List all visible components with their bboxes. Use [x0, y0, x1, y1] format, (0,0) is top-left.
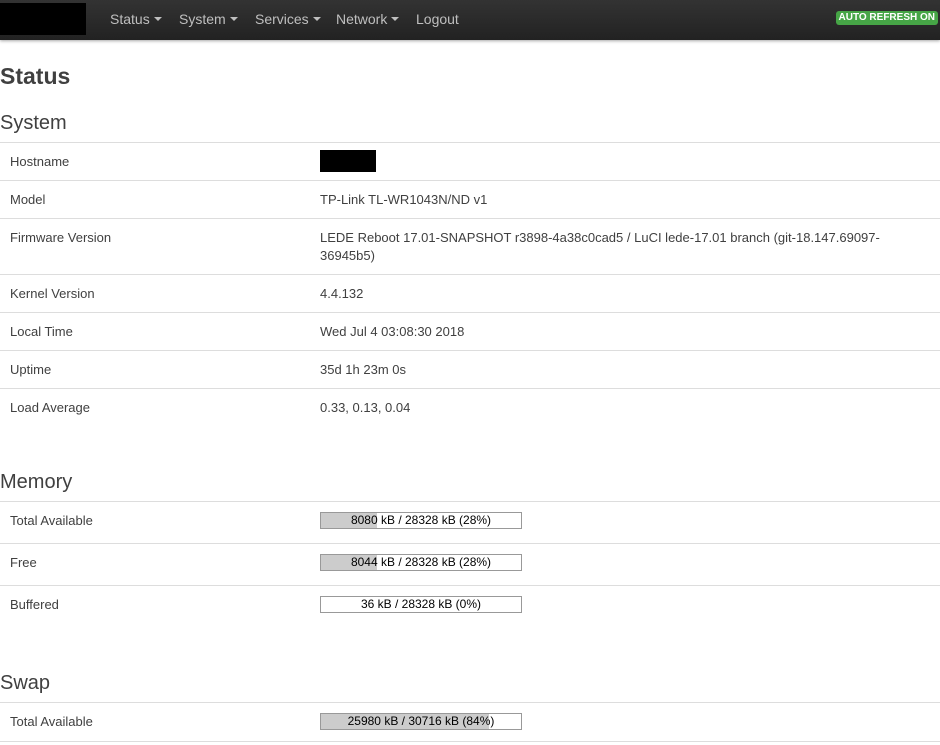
progress-text: 36 kB / 28328 kB (0%): [360, 597, 482, 611]
swap-table: Total Available 25980 kB / 30716 kB (84%…: [0, 702, 940, 742]
table-row: Free 8044 kB / 28328 kB (28%): [0, 543, 940, 586]
hostname-redacted: [320, 150, 376, 172]
caret-down-icon: [391, 17, 400, 22]
row-value: LEDE Reboot 17.01-SNAPSHOT r3898-4a38c0c…: [320, 218, 940, 275]
table-row: Total Available 25980 kB / 30716 kB (84%…: [0, 702, 940, 742]
section-title-memory: Memory: [0, 471, 73, 493]
page-title: Status: [0, 63, 71, 89]
table-row: Buffered 36 kB / 28328 kB (0%): [0, 585, 940, 627]
row-label: Total Available: [0, 501, 320, 544]
swap-total-progress-bar: 25980 kB / 30716 kB (84%): [320, 713, 522, 730]
table-row: Total Available 8080 kB / 28328 kB (28%): [0, 501, 940, 544]
hostname-value: [320, 142, 940, 181]
caret-down-icon: [153, 17, 162, 22]
nav-status-menu[interactable]: Status: [110, 0, 162, 40]
nav-logout-label: Logout: [416, 11, 459, 27]
table-row: Hostname: [0, 142, 940, 181]
row-label: Kernel Version: [0, 274, 320, 313]
nav-logout-link[interactable]: Logout: [416, 0, 459, 40]
progress-text: 8044 kB / 28328 kB (28%): [350, 555, 492, 569]
memory-buffered-progress-bar: 36 kB / 28328 kB (0%): [320, 596, 522, 613]
nav-status-label: Status: [110, 11, 150, 27]
progress-text: 25980 kB / 30716 kB (84%): [347, 714, 495, 728]
row-label: Uptime: [0, 350, 320, 389]
table-row: Local Time Wed Jul 4 03:08:30 2018: [0, 312, 940, 351]
table-row: Kernel Version 4.4.132: [0, 274, 940, 313]
nav-network-menu[interactable]: Network: [336, 0, 400, 40]
row-label: Firmware Version: [0, 218, 320, 275]
row-label: Free: [0, 543, 320, 586]
row-value: 0.33, 0.13, 0.04: [320, 388, 940, 426]
table-row: Load Average 0.33, 0.13, 0.04: [0, 388, 940, 426]
row-label: Total Available: [0, 702, 320, 742]
nav-network-label: Network: [336, 11, 388, 27]
row-label: Model: [0, 180, 320, 219]
nav-system-label: System: [179, 11, 226, 27]
caret-down-icon: [312, 17, 321, 22]
auto-refresh-badge[interactable]: AUTO REFRESH ON: [835, 11, 938, 25]
memory-free-progress-bar: 8044 kB / 28328 kB (28%): [320, 554, 522, 571]
row-value: 4.4.132: [320, 274, 940, 313]
row-label: Hostname: [0, 142, 320, 181]
row-value: TP-Link TL-WR1043N/ND v1: [320, 180, 940, 219]
brand-logo-redacted[interactable]: [0, 3, 86, 35]
system-table: Hostname Model TP-Link TL-WR1043N/ND v1 …: [0, 142, 940, 426]
memory-total-progress-bar: 8080 kB / 28328 kB (28%): [320, 512, 522, 529]
nav-services-label: Services: [255, 11, 309, 27]
section-title-swap: Swap: [0, 672, 51, 694]
top-navbar: Status System Services Network Logout AU…: [0, 0, 940, 40]
row-label: Load Average: [0, 388, 320, 426]
table-row: Firmware Version LEDE Reboot 17.01-SNAPS…: [0, 218, 940, 275]
nav-services-menu[interactable]: Services: [255, 0, 321, 40]
progress-text: 8080 kB / 28328 kB (28%): [350, 513, 492, 527]
nav-system-menu[interactable]: System: [179, 0, 238, 40]
caret-down-icon: [229, 17, 238, 22]
row-value: Wed Jul 4 03:08:30 2018: [320, 312, 940, 351]
section-title-system: System: [0, 112, 67, 134]
table-row: Uptime 35d 1h 23m 0s: [0, 350, 940, 389]
memory-table: Total Available 8080 kB / 28328 kB (28%)…: [0, 501, 940, 627]
row-value: 35d 1h 23m 0s: [320, 350, 940, 389]
row-label: Local Time: [0, 312, 320, 351]
row-label: Buffered: [0, 585, 320, 627]
table-row: Model TP-Link TL-WR1043N/ND v1: [0, 180, 940, 219]
